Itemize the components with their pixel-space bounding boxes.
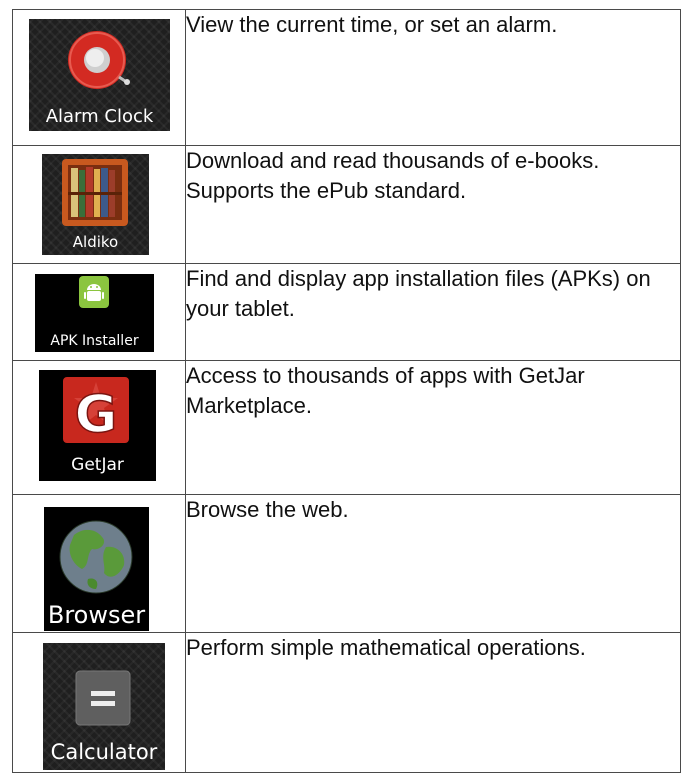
apk-installer-app-tile[interactable]: APK Installer	[35, 274, 154, 352]
icon-cell: Aldiko	[12, 145, 186, 264]
getjar-app-tile[interactable]: G GetJar	[39, 370, 156, 481]
app-description: Perform simple mathematical operations.	[185, 632, 681, 773]
table-row: G GetJar Access to thousands of apps wit…	[12, 360, 681, 495]
icon-cell: APK Installer	[12, 263, 186, 361]
app-description: Download and read thousands of e-books. …	[185, 145, 681, 264]
icon-cell: Browser	[12, 494, 186, 633]
calculator-app-tile[interactable]: Calculator	[43, 643, 165, 770]
alarm-clock-app-tile[interactable]: Alarm Clock	[29, 19, 170, 131]
table-row: APK Installer Find and display app insta…	[12, 263, 681, 361]
table-row: Calculator Perform simple mathematical o…	[12, 632, 681, 773]
apps-table: Alarm Clock View the current time, or se…	[12, 9, 681, 773]
app-tile-label: Browser	[47, 601, 146, 629]
table-row: Alarm Clock View the current time, or se…	[12, 9, 681, 146]
icon-cell: G GetJar	[12, 360, 186, 495]
app-tile-label: Calculator	[50, 740, 158, 764]
icon-cell: Alarm Clock	[12, 9, 186, 146]
icon-cell: Calculator	[12, 632, 186, 773]
app-description: Access to thousands of apps with GetJar …	[185, 360, 681, 495]
app-tile-label: Aldiko	[72, 233, 119, 251]
app-tile-label: APK Installer	[50, 333, 139, 349]
app-description: Browse the web.	[185, 494, 681, 633]
app-description: Find and display app installation files …	[185, 263, 681, 361]
table-row: Browser Browse the web.	[12, 494, 681, 633]
app-tile-label: Alarm Clock	[45, 106, 154, 127]
aldiko-app-tile[interactable]: Aldiko	[42, 154, 149, 255]
app-description: View the current time, or set an alarm.	[185, 9, 681, 146]
browser-app-tile[interactable]: Browser	[44, 507, 149, 631]
table-row: Aldiko Download and read thousands of e-…	[12, 145, 681, 264]
app-tile-label: GetJar	[71, 455, 124, 475]
svg-text:G: G	[75, 385, 118, 445]
